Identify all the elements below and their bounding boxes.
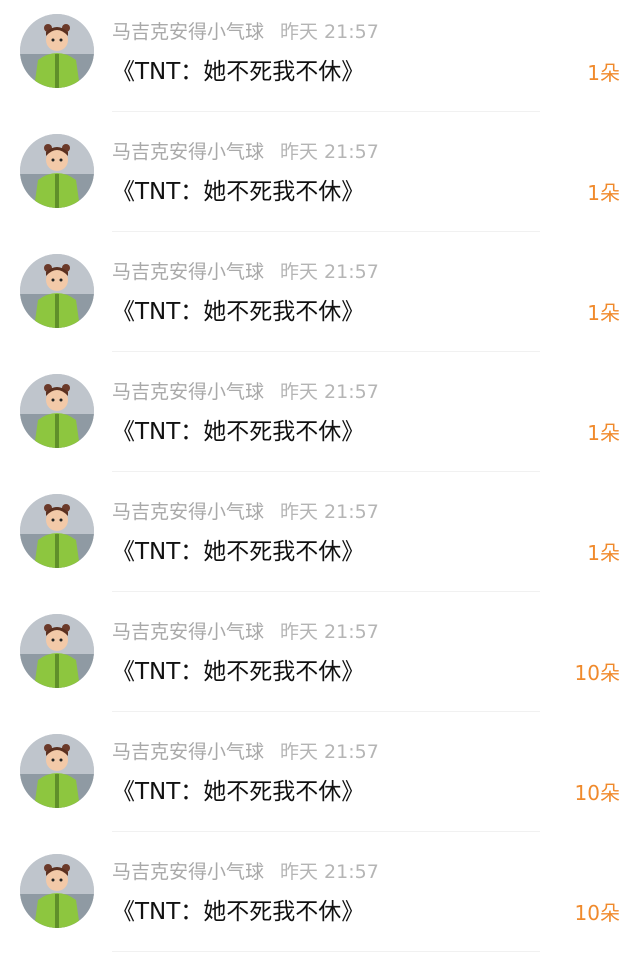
meta-line: 马吉克安得小气球 昨天 21:57: [112, 140, 379, 164]
avatar[interactable]: [20, 614, 94, 688]
gift-count: 1朵: [587, 301, 620, 325]
gift-title: 《TNT：她不死我不休》: [112, 179, 365, 205]
list-item[interactable]: 马吉克安得小气球 昨天 21:57 《TNT：她不死我不休》 10朵: [0, 840, 640, 960]
avatar[interactable]: [20, 734, 94, 808]
gift-count: 1朵: [587, 421, 620, 445]
list-item[interactable]: 马吉克安得小气球 昨天 21:57 《TNT：她不死我不休》 1朵: [0, 480, 640, 600]
timestamp: 昨天 21:57: [280, 741, 379, 763]
avatar[interactable]: [20, 254, 94, 328]
list-item[interactable]: 马吉克安得小气球 昨天 21:57 《TNT：她不死我不休》 10朵: [0, 600, 640, 720]
gift-record-list: 马吉克安得小气球 昨天 21:57 《TNT：她不死我不休》 1朵 马吉克安得小气…: [0, 0, 640, 960]
timestamp: 昨天 21:57: [280, 141, 379, 163]
gift-title: 《TNT：她不死我不休》: [112, 779, 365, 805]
username[interactable]: 马吉克安得小气球: [112, 141, 264, 163]
gift-count: 10朵: [574, 661, 620, 685]
list-item[interactable]: 马吉克安得小气球 昨天 21:57 《TNT：她不死我不休》 1朵: [0, 360, 640, 480]
list-item[interactable]: 马吉克安得小气球 昨天 21:57 《TNT：她不死我不休》 1朵: [0, 120, 640, 240]
avatar[interactable]: [20, 14, 94, 88]
gift-title: 《TNT：她不死我不休》: [112, 659, 365, 685]
child-avatar-icon: [20, 134, 94, 208]
avatar[interactable]: [20, 494, 94, 568]
gift-title: 《TNT：她不死我不休》: [112, 419, 365, 445]
gift-title: 《TNT：她不死我不休》: [112, 899, 365, 925]
list-item[interactable]: 马吉克安得小气球 昨天 21:57 《TNT：她不死我不休》 1朵: [0, 0, 640, 120]
child-avatar-icon: [20, 14, 94, 88]
gift-title: 《TNT：她不死我不休》: [112, 299, 365, 325]
meta-line: 马吉克安得小气球 昨天 21:57: [112, 860, 379, 884]
username[interactable]: 马吉克安得小气球: [112, 261, 264, 283]
child-avatar-icon: [20, 374, 94, 448]
child-avatar-icon: [20, 254, 94, 328]
meta-line: 马吉克安得小气球 昨天 21:57: [112, 20, 379, 44]
child-avatar-icon: [20, 854, 94, 928]
timestamp: 昨天 21:57: [280, 21, 379, 43]
gift-count: 1朵: [587, 61, 620, 85]
meta-line: 马吉克安得小气球 昨天 21:57: [112, 500, 379, 524]
avatar[interactable]: [20, 134, 94, 208]
meta-line: 马吉克安得小气球 昨天 21:57: [112, 620, 379, 644]
gift-title: 《TNT：她不死我不休》: [112, 59, 365, 85]
timestamp: 昨天 21:57: [280, 501, 379, 523]
child-avatar-icon: [20, 734, 94, 808]
username[interactable]: 马吉克安得小气球: [112, 861, 264, 883]
gift-count: 1朵: [587, 541, 620, 565]
gift-count: 10朵: [574, 901, 620, 925]
username[interactable]: 马吉克安得小气球: [112, 741, 264, 763]
gift-title: 《TNT：她不死我不休》: [112, 539, 365, 565]
meta-line: 马吉克安得小气球 昨天 21:57: [112, 260, 379, 284]
timestamp: 昨天 21:57: [280, 261, 379, 283]
child-avatar-icon: [20, 614, 94, 688]
timestamp: 昨天 21:57: [280, 621, 379, 643]
list-item[interactable]: 马吉克安得小气球 昨天 21:57 《TNT：她不死我不休》 10朵: [0, 720, 640, 840]
username[interactable]: 马吉克安得小气球: [112, 501, 264, 523]
timestamp: 昨天 21:57: [280, 861, 379, 883]
meta-line: 马吉克安得小气球 昨天 21:57: [112, 740, 379, 764]
avatar[interactable]: [20, 374, 94, 448]
list-item[interactable]: 马吉克安得小气球 昨天 21:57 《TNT：她不死我不休》 1朵: [0, 240, 640, 360]
timestamp: 昨天 21:57: [280, 381, 379, 403]
gift-count: 10朵: [574, 781, 620, 805]
child-avatar-icon: [20, 494, 94, 568]
gift-count: 1朵: [587, 181, 620, 205]
meta-line: 马吉克安得小气球 昨天 21:57: [112, 380, 379, 404]
username[interactable]: 马吉克安得小气球: [112, 381, 264, 403]
avatar[interactable]: [20, 854, 94, 928]
username[interactable]: 马吉克安得小气球: [112, 21, 264, 43]
username[interactable]: 马吉克安得小气球: [112, 621, 264, 643]
